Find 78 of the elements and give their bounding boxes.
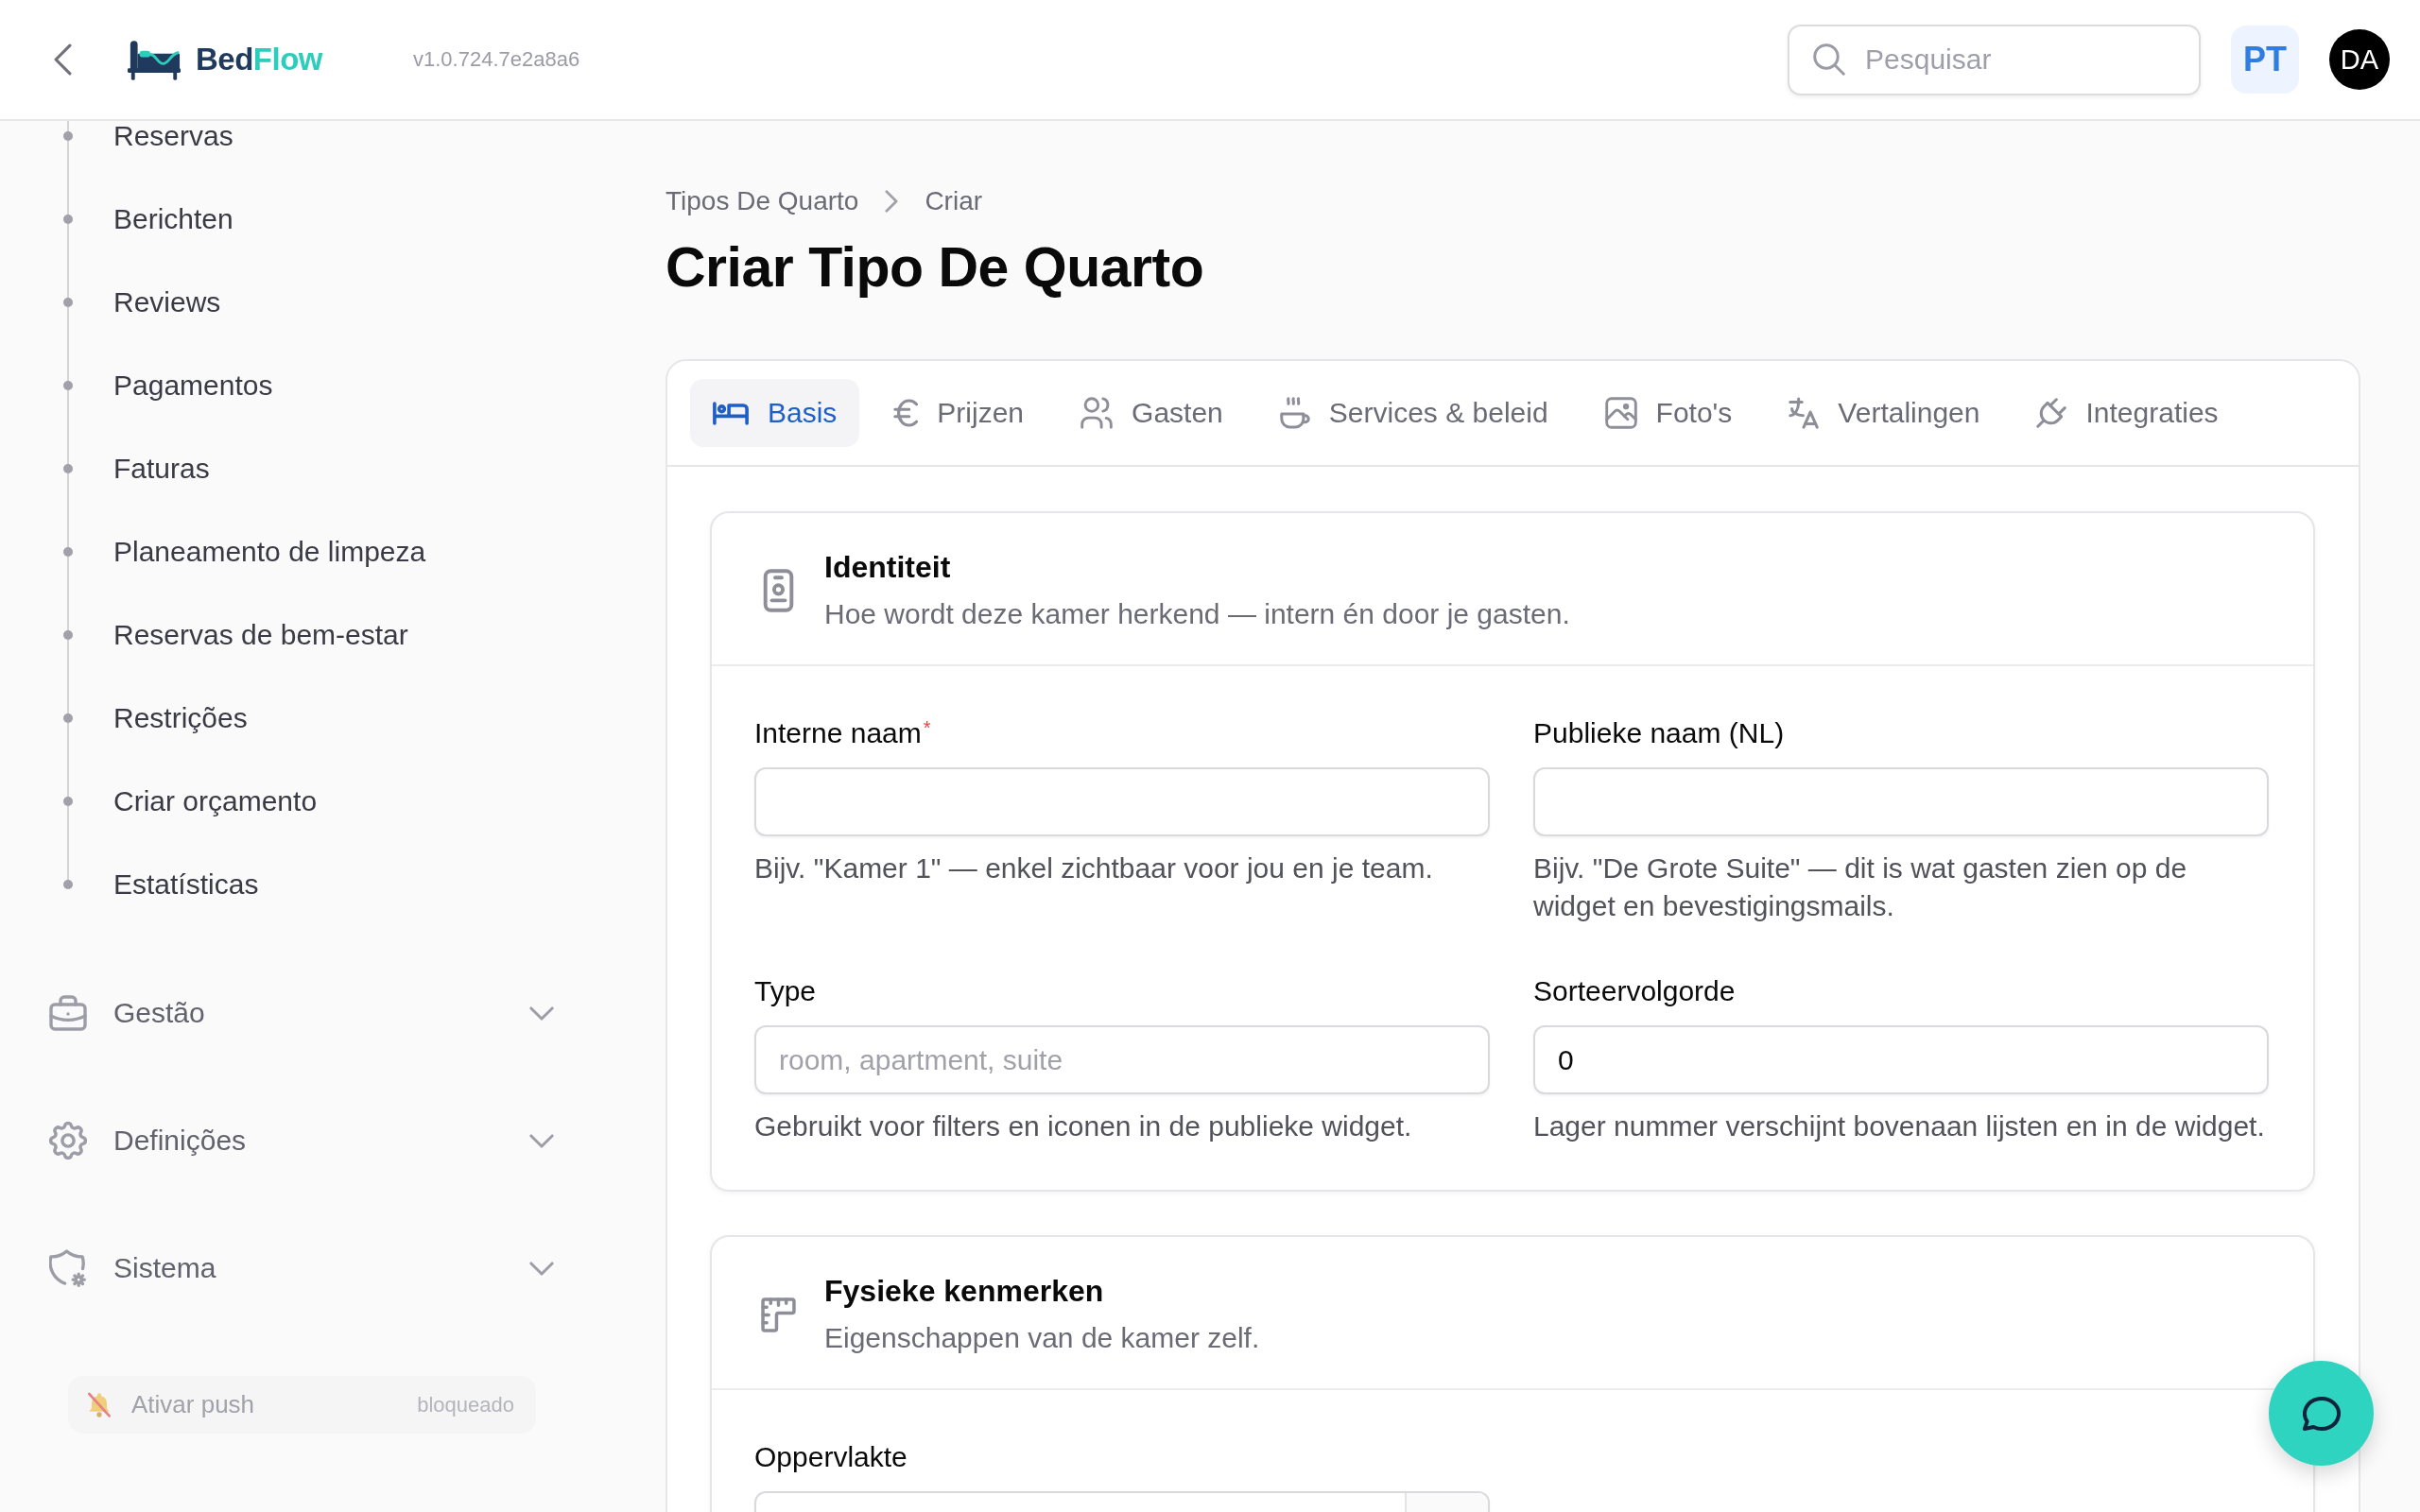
section-title: Fysieke kenmerken [824,1274,1105,1308]
tab[interactable]: Vertalingen [1766,379,2003,447]
help-text: Gebruikt voor filters en iconen in de publieke widget. [754,1109,1413,1143]
sidebar-item[interactable]: Estatísticas [63,869,259,900]
plug-icon [2036,398,2067,428]
field-label: Interne naam* [754,718,932,748]
sidebar-group[interactable]: Sistema [49,1234,567,1302]
chevron-right-icon [885,190,899,213]
bullet-dot-icon [63,630,73,640]
input-field[interactable] [1533,767,2269,836]
euro-icon [893,399,919,427]
field-label: Sorteervolgorde [1533,976,1737,1006]
input-field[interactable]: room, apartment, suite [754,1025,1490,1094]
sidebar-item[interactable]: Planeamento de limpeza [63,537,426,567]
sidebar-item[interactable]: Berichten [63,204,233,234]
tab[interactable]: Prijzen [871,379,1047,447]
tab[interactable]: Services & beleid [1256,379,1571,447]
sidebar-item[interactable]: Reviews [63,287,221,318]
bed-icon [713,401,749,425]
translate-icon [1789,397,1820,429]
section-subtitle: Hoe wordt deze kamer herkend — intern én door je gasten. [824,597,1570,631]
ruler-icon [760,1297,796,1332]
search-field[interactable]: Pesquisar [1788,24,2201,95]
chevron-down-icon [529,1261,554,1276]
field-label: Oppervlakte [754,1442,908,1472]
section-subtitle: Eigenschappen van de kamer zelf. [824,1321,1260,1355]
cup-icon [1279,397,1310,429]
bullet-dot-icon [63,381,73,390]
back-button[interactable] [54,43,72,76]
bullet-dot-icon [63,298,73,307]
sidebar-item[interactable]: Pagamentos [63,370,273,401]
breadcrumb-current: Criar [925,186,983,216]
tab[interactable]: Foto's [1582,379,1755,447]
tab[interactable]: Integraties [2014,379,2241,447]
field-label: Type [754,976,818,1006]
sidebar-group[interactable]: Definições [49,1107,567,1175]
chat-bubble-icon [2302,1394,2341,1433]
chevron-down-icon [529,1133,554,1148]
users-icon [1080,397,1114,429]
bullet-dot-icon [63,547,73,557]
language-button[interactable]: PT [2231,26,2299,94]
briefcase-icon [49,995,87,1031]
status-label: bloqueado [417,1392,514,1418]
version-label: v1.0.724.7e2a8a6 [413,47,580,72]
search-icon [1813,43,1845,76]
tab[interactable]: Basis [690,379,860,447]
help-text: Bijv. "Kamer 1" — enkel zichtbaar voor jou en je team. [754,851,1434,885]
gear-icon [49,1122,87,1160]
bullet-dot-icon [63,464,73,473]
bullet-dot-icon [63,797,73,806]
image-icon [1604,397,1637,429]
bell-off-icon [87,1391,112,1418]
bullet-dot-icon [63,713,73,723]
input-field[interactable] [754,767,1490,836]
help-text: Lager nummer verschijnt bovenaan lijsten en in de widget. [1533,1109,2266,1143]
help-text: Bijv. "De Grote Suite" — dit is wat gasten zien op de widget en bevestigingsmails. [1533,851,2188,923]
sidebar-item[interactable]: Criar orçamento [63,786,318,816]
bullet-dot-icon [63,215,73,224]
sidebar-item[interactable]: Faturas [63,454,210,484]
shield-gear-icon [49,1249,87,1287]
field-label: Publieke naam (NL) [1533,718,1786,748]
section-title: Identiteit [824,550,952,584]
chevron-left-icon [54,43,72,76]
user-avatar[interactable]: DA [2329,29,2390,90]
id-badge-icon [762,569,794,612]
bullet-dot-icon [63,131,73,141]
sidebar-item[interactable]: Reservas [63,121,233,151]
sidebar-group[interactable]: Gestão [49,979,567,1047]
bullet-dot-icon [63,880,73,889]
input-field[interactable]: 0 [1533,1025,2269,1094]
logo-text: BedFlow [196,41,322,78]
bed-logo-icon [127,38,182,81]
sidebar-item[interactable]: Reservas de bem-estar [63,620,408,650]
page-title: Criar Tipo De Quarto [666,235,1204,300]
chevron-down-icon [529,1005,554,1021]
sidebar-item[interactable]: Restrições [63,703,248,733]
tab[interactable]: Gasten [1058,379,1246,447]
breadcrumb-link[interactable]: Tipos De Quarto [666,186,859,216]
